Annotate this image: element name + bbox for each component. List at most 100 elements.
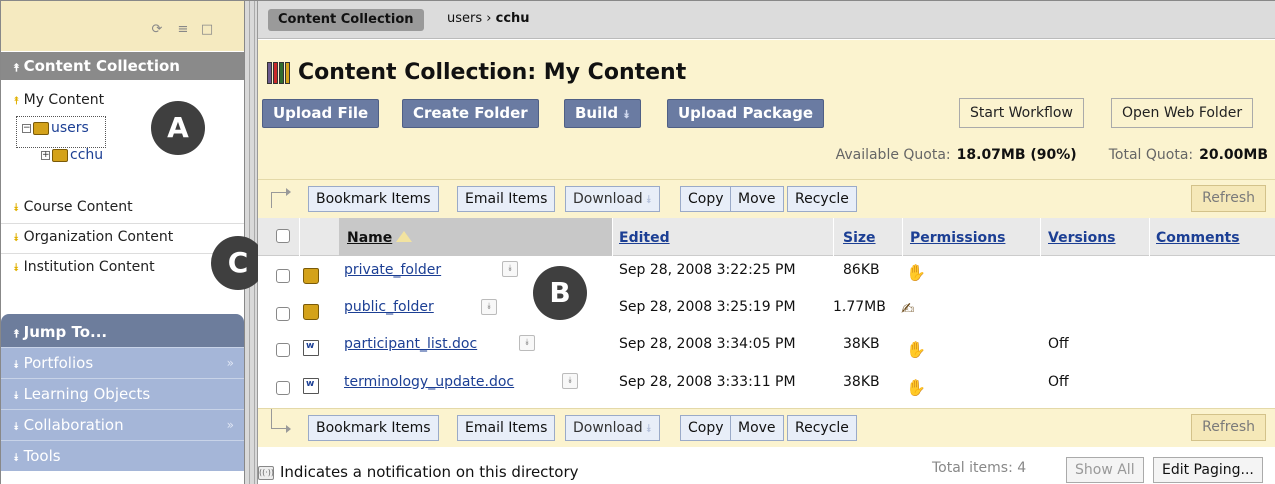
- sidebar-toolbar: ⟳ ≡ □: [1, 1, 244, 51]
- jump-to-panel: ⯭ Jump To... ⯯ Portfolios » ⯯ Learning Obje…: [1, 314, 244, 484]
- breadcrumb-item-users[interactable]: users: [447, 11, 482, 26]
- tree-item-cchu[interactable]: + cchu: [41, 147, 103, 163]
- shared-hand-icon[interactable]: ✍: [901, 300, 921, 318]
- column-permissions[interactable]: Permissions: [910, 230, 1005, 246]
- show-all-button[interactable]: Show All: [1066, 457, 1144, 483]
- course-content-link[interactable]: ⯯ Course Content: [13, 199, 133, 215]
- build-button[interactable]: Build ⯯: [564, 99, 641, 128]
- edit-paging-button[interactable]: Edit Paging...: [1153, 457, 1263, 483]
- file-name-link[interactable]: public_folder: [344, 299, 434, 315]
- file-name-link[interactable]: terminology_update.doc: [344, 374, 514, 390]
- institution-content-link[interactable]: ⯯ Institution Content: [13, 259, 155, 275]
- page-title: Content Collection: My Content: [298, 60, 687, 85]
- create-folder-button[interactable]: Create Folder: [402, 99, 539, 128]
- upload-package-button[interactable]: Upload Package: [667, 99, 825, 128]
- content-collection-header[interactable]: ⯭ Content Collection: [1, 52, 244, 80]
- hand-icon[interactable]: ✋: [906, 379, 926, 397]
- chevron-down-icon: ⯯: [13, 201, 20, 214]
- refresh-button[interactable]: Refresh: [1191, 185, 1266, 212]
- word-doc-icon: [303, 378, 319, 394]
- open-web-folder-button[interactable]: Open Web Folder: [1111, 98, 1254, 128]
- hand-icon[interactable]: ✋: [906, 264, 926, 282]
- folder-icon: [303, 268, 319, 284]
- callout-a: A: [151, 101, 205, 155]
- download-button[interactable]: Download ⯯: [565, 415, 661, 441]
- move-button[interactable]: Move: [730, 415, 784, 441]
- tree-item-users[interactable]: − users: [22, 120, 89, 136]
- hand-icon[interactable]: ✋: [906, 341, 926, 359]
- chevron-down-icon: ⯯: [13, 451, 20, 464]
- recycle-button[interactable]: Recycle: [787, 186, 857, 212]
- item-menu-chevron-icon[interactable]: ⯯: [519, 335, 535, 351]
- item-menu-chevron-icon[interactable]: ⯯: [481, 299, 497, 315]
- my-content-link[interactable]: ⯭ My Content: [13, 92, 104, 108]
- table-row[interactable]: terminology_update.doc ⯯ Sep 28, 2008 3:…: [258, 366, 1275, 404]
- upload-file-button[interactable]: Upload File: [262, 99, 380, 128]
- divider: [1, 253, 244, 254]
- copy-button[interactable]: Copy: [680, 415, 732, 441]
- total-quota-label: Total Quota:: [1108, 147, 1194, 163]
- jump-item-collaboration[interactable]: ⯯ Collaboration »: [1, 409, 244, 440]
- table-row[interactable]: private_folder ⯯ Sep 28, 2008 3:22:25 PM…: [258, 257, 1275, 295]
- row-checkbox[interactable]: [276, 343, 290, 357]
- chevron-down-icon: ⯯: [645, 193, 653, 206]
- user-folder-icon: [52, 148, 68, 162]
- row-checkbox[interactable]: [276, 269, 290, 283]
- collapse-icon[interactable]: −: [22, 123, 31, 133]
- bookmark-items-button[interactable]: Bookmark Items: [308, 186, 439, 212]
- email-items-button[interactable]: Email Items: [457, 186, 556, 212]
- email-items-button[interactable]: Email Items: [457, 415, 556, 441]
- bookmark-items-button[interactable]: Bookmark Items: [308, 415, 439, 441]
- edited-cell: Sep 28, 2008 3:25:19 PM: [619, 299, 796, 315]
- column-comments[interactable]: Comments: [1156, 230, 1240, 246]
- column-edited[interactable]: Edited: [619, 230, 670, 246]
- books-icon: [267, 62, 291, 84]
- copy-button[interactable]: Copy: [680, 186, 732, 212]
- table-row[interactable]: participant_list.doc ⯯ Sep 28, 2008 3:34…: [258, 328, 1275, 366]
- size-cell: 38KB: [843, 374, 880, 390]
- expand-icon[interactable]: +: [41, 150, 50, 160]
- jump-to-header[interactable]: ⯭ Jump To...: [1, 314, 244, 347]
- double-chevron-right-icon[interactable]: »: [227, 410, 234, 441]
- refresh-icon[interactable]: ⟳: [150, 23, 164, 37]
- file-name-link[interactable]: private_folder: [344, 262, 441, 278]
- chevron-up-icon: ⯭: [13, 94, 20, 107]
- refresh-button[interactable]: Refresh: [1191, 414, 1266, 441]
- app-window: ⟳ ≡ □ ⯭ Content Collection ⯭ My Content − u…: [0, 0, 1275, 484]
- versions-cell: Off: [1048, 374, 1069, 390]
- organization-content-link[interactable]: ⯯ Organization Content: [13, 229, 173, 245]
- arrow-icon: [271, 409, 291, 433]
- column-versions[interactable]: Versions: [1048, 230, 1116, 246]
- jump-item-portfolios[interactable]: ⯯ Portfolios »: [1, 347, 244, 378]
- jump-item-learning-objects[interactable]: ⯯ Learning Objects: [1, 378, 244, 409]
- available-quota-label: Available Quota:: [835, 147, 951, 163]
- folder-tree: − users: [16, 116, 106, 148]
- table-header: Name Edited Size Permissions Versions Co…: [258, 218, 1275, 256]
- download-button[interactable]: Download ⯯: [565, 186, 661, 212]
- folder-icon[interactable]: □: [200, 23, 214, 37]
- move-button[interactable]: Move: [730, 186, 784, 212]
- notification-legend: ((·)) Indicates a notification on this di…: [258, 463, 579, 481]
- table-row[interactable]: public_folder ⯯ Sep 28, 2008 3:25:19 PM …: [258, 291, 1275, 329]
- row-checkbox[interactable]: [276, 381, 290, 395]
- start-workflow-button[interactable]: Start Workflow: [959, 98, 1084, 128]
- edited-cell: Sep 28, 2008 3:22:25 PM: [619, 262, 796, 278]
- column-name[interactable]: Name: [347, 230, 413, 246]
- chevron-down-icon: ⯯: [13, 389, 20, 402]
- column-size[interactable]: Size: [843, 230, 876, 246]
- item-menu-chevron-icon[interactable]: ⯯: [562, 373, 578, 389]
- chevron-down-icon: ⯯: [13, 358, 20, 371]
- size-cell: 38KB: [843, 336, 880, 352]
- double-chevron-right-icon[interactable]: »: [227, 348, 234, 379]
- row-checkbox[interactable]: [276, 307, 290, 321]
- jump-item-tools[interactable]: ⯯ Tools: [1, 440, 244, 471]
- recycle-button[interactable]: Recycle: [787, 415, 857, 441]
- breadcrumb-root[interactable]: Content Collection: [268, 9, 424, 31]
- divider: [1, 223, 244, 224]
- arrow-icon: [271, 188, 291, 208]
- select-all-checkbox[interactable]: [276, 229, 290, 243]
- item-menu-chevron-icon[interactable]: ⯯: [502, 261, 518, 277]
- list-icon[interactable]: ≡: [176, 23, 190, 37]
- file-name-link[interactable]: participant_list.doc: [344, 336, 477, 352]
- breadcrumb: Content Collection users › cchu: [258, 1, 1275, 39]
